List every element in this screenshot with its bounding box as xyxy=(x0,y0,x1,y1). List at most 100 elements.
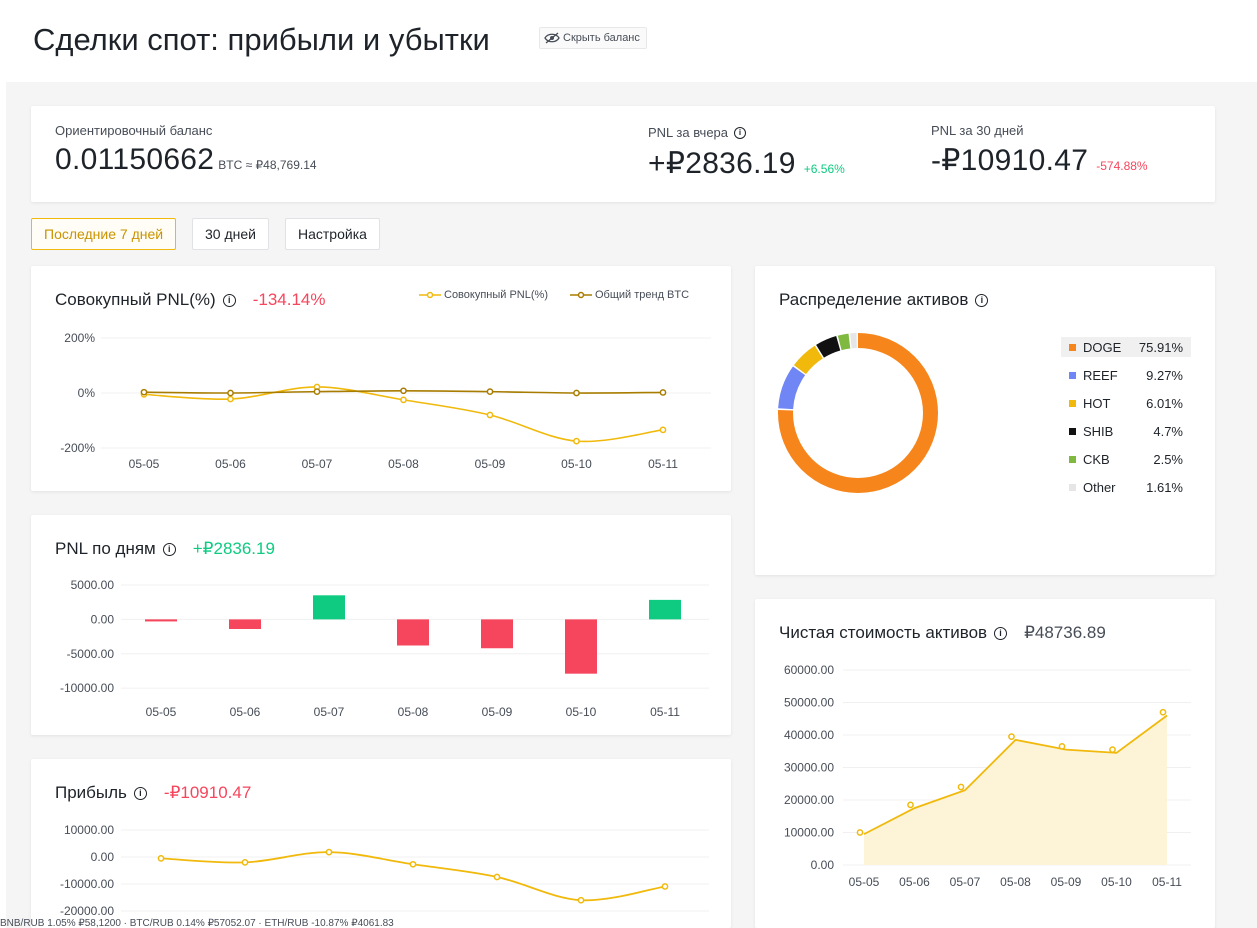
legend-swatch xyxy=(1069,343,1076,351)
legend-label: DOGE xyxy=(1083,339,1122,355)
series-line xyxy=(143,386,664,443)
settings-button[interactable]: Настройка xyxy=(285,218,380,250)
market-ticker: BNB/RUB 1.05% ₽58,1200 · BTC/RUB 0.14% ₽… xyxy=(0,918,394,928)
y-tick-label: 0.00 xyxy=(91,612,115,626)
y-tick-label: -10000.00 xyxy=(60,877,114,891)
net-worth-chart[interactable]: 60000.00 50000.00 40000.00 30000.00 20000.00… xyxy=(755,599,1215,928)
legend-item[interactable]: CKB 2.5% xyxy=(1061,449,1191,469)
x-tick-label: 05-11 xyxy=(650,705,680,719)
data-point xyxy=(486,411,494,419)
x-tick-label: 05-08 xyxy=(388,457,419,471)
legend-swatch xyxy=(1069,483,1076,491)
data-point xyxy=(573,389,580,397)
yesterday-value: +₽2836.19 xyxy=(648,147,796,180)
info-icon[interactable]: i xyxy=(734,126,747,139)
x-tick-label: 05-07 xyxy=(950,875,981,889)
x-tick-label: 05-11 xyxy=(648,457,678,471)
y-tick-label: 10000.00 xyxy=(784,826,834,840)
x-tick-label: 05-05 xyxy=(129,457,160,471)
y-tick-label: -200% xyxy=(60,441,95,455)
x-tick-label: 05-07 xyxy=(302,457,333,471)
area-fill xyxy=(864,715,1167,865)
data-point xyxy=(573,437,580,445)
x-tick-label: 05-05 xyxy=(849,875,880,889)
cumulative-pnl-card: Совокупный PNL(%) i -134.14% Совокупный … xyxy=(31,266,731,491)
x-tick-label: 05-06 xyxy=(899,875,930,889)
balance-block: 0.01150662 BTC ≈ ₽48,769.14 xyxy=(55,143,317,177)
x-tick-label: 05-09 xyxy=(475,457,506,471)
summary-card: Ориентировочный баланс 0.01150662 BTC ≈ … xyxy=(31,106,1215,202)
legend-item[interactable]: REEF 9.27% xyxy=(1061,365,1191,385)
allocation-donut-chart[interactable] xyxy=(758,313,958,513)
info-icon[interactable]: i xyxy=(975,293,989,307)
data-point xyxy=(157,855,165,862)
legend-label: REEF xyxy=(1083,367,1118,383)
y-tick-label: 60000.00 xyxy=(784,663,834,677)
data-point xyxy=(1008,733,1015,740)
data-point xyxy=(325,848,333,856)
y-tick-label: 40000.00 xyxy=(784,728,834,742)
data-point xyxy=(856,829,864,836)
legend-item[interactable]: DOGE 75.91% xyxy=(1061,337,1191,357)
data-point xyxy=(486,388,494,395)
series-line xyxy=(160,851,666,902)
daily-pnl-card: PNL по дням i +₽2836.19 5000.00 0.00 -5000… xyxy=(31,515,731,735)
data-point xyxy=(313,388,321,395)
balance-label: Ориентировочный баланс xyxy=(55,123,213,138)
data-point xyxy=(400,396,407,404)
month-label: PNL за 30 дней xyxy=(931,123,1024,138)
x-tick-label: 05-06 xyxy=(230,705,261,719)
legend-label: CKB xyxy=(1083,451,1110,467)
bar xyxy=(397,619,429,646)
y-tick-label: 200% xyxy=(64,331,95,345)
x-tick-label: 05-06 xyxy=(215,457,246,471)
month-value: -₽10910.47 xyxy=(931,144,1089,177)
y-tick-label: -5000.00 xyxy=(67,647,115,661)
last-7-days-button[interactable]: Последние 7 дней xyxy=(31,218,177,250)
cumulative-pnl-chart[interactable]: 200% 0% -200% 05-05 05-06 05-07 05-08 05-09 05-1… xyxy=(31,266,731,491)
hide-balance-button[interactable]: Скрыть баланс xyxy=(539,27,647,49)
yesterday-block: +₽2836.19 +6.56% xyxy=(648,146,845,181)
data-point xyxy=(140,388,148,396)
legend-swatch xyxy=(1069,399,1076,407)
data-point xyxy=(907,801,914,809)
legend-percent: 9.27% xyxy=(1146,367,1183,383)
data-point xyxy=(227,389,234,397)
legend-swatch xyxy=(1069,427,1076,435)
data-point xyxy=(1159,708,1167,716)
allocation-title-row: Распределение активов i xyxy=(779,290,989,310)
y-tick-label: -20000.00 xyxy=(60,904,114,918)
y-tick-label: 0% xyxy=(78,386,96,400)
yesterday-label-row: PNL за вчера i xyxy=(648,125,747,140)
month-block: -₽10910.47 -574.88% xyxy=(931,143,1148,178)
bar xyxy=(229,619,261,629)
page-header: Сделки спот: прибыли и убытки Скрыть бал… xyxy=(0,0,1257,82)
profit-chart[interactable]: 10000.00 0.00 -10000.00 -20000.00 xyxy=(31,759,731,928)
bar xyxy=(565,619,597,674)
data-point xyxy=(409,860,417,868)
x-tick-label: 05-09 xyxy=(482,705,513,719)
net-worth-card: Чистая стоимость активов i ₽48736.89 600… xyxy=(755,599,1215,928)
daily-pnl-chart[interactable]: 5000.00 0.00 -5000.00 -10000.00 05-05 05-06 05… xyxy=(31,515,731,735)
bar xyxy=(145,619,177,622)
x-tick-label: 05-10 xyxy=(561,457,592,471)
x-tick-label: 05-10 xyxy=(1101,875,1132,889)
y-tick-label: -10000.00 xyxy=(60,681,114,695)
legend-item[interactable]: HOT 6.01% xyxy=(1061,393,1191,413)
balance-unit: BTC ≈ ₽48,769.14 xyxy=(218,158,317,172)
legend-label: SHIB xyxy=(1083,423,1114,439)
30-days-button[interactable]: 30 дней xyxy=(192,218,269,250)
legend-item[interactable]: SHIB 4.7% xyxy=(1061,421,1191,441)
data-point xyxy=(1109,746,1116,753)
bar xyxy=(481,619,513,649)
data-point xyxy=(957,783,965,791)
x-tick-label: 05-08 xyxy=(1000,875,1031,889)
balance-value: 0.01150662 xyxy=(55,143,215,176)
data-point xyxy=(577,896,585,904)
profit-card: Прибыль i -₽10910.47 10000.00 0.00 -10000.… xyxy=(31,759,731,928)
yesterday-pct: +6.56% xyxy=(803,162,845,176)
legend-item[interactable]: Other 1.61% xyxy=(1061,477,1191,497)
allocation-title: Распределение активов xyxy=(779,290,969,309)
legend-swatch xyxy=(1069,371,1076,379)
legend-percent: 6.01% xyxy=(1146,395,1183,411)
